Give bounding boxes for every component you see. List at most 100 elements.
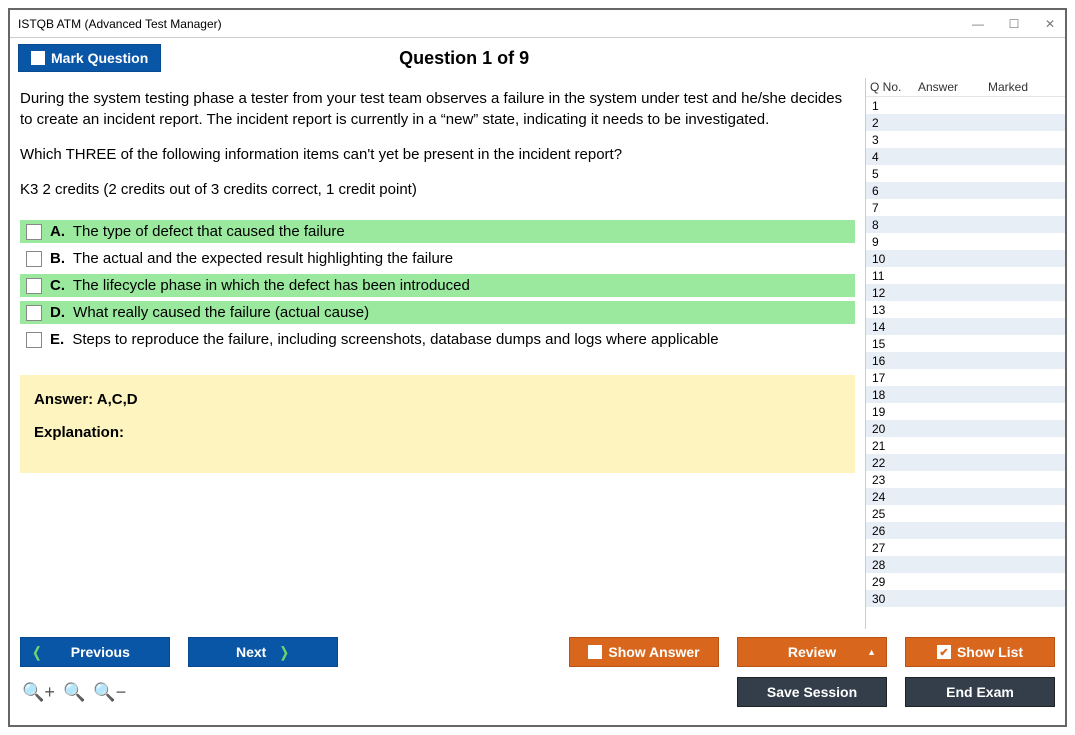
sidebar-row[interactable]: 5 xyxy=(866,165,1065,182)
col-marked: Marked xyxy=(978,80,1038,94)
row-number: 2 xyxy=(872,116,914,130)
question-p1: During the system testing phase a tester… xyxy=(20,88,855,130)
row-number: 23 xyxy=(872,473,914,487)
save-session-button[interactable]: Save Session xyxy=(737,677,887,707)
row-number: 22 xyxy=(872,456,914,470)
answer-line: Answer: A,C,D xyxy=(34,391,841,408)
row-number: 8 xyxy=(872,218,914,232)
sidebar-row[interactable]: 8 xyxy=(866,216,1065,233)
col-qno: Q No. xyxy=(870,80,918,94)
option-checkbox[interactable] xyxy=(26,305,42,321)
sidebar-row[interactable]: 27 xyxy=(866,539,1065,556)
options-list: A. The type of defect that caused the fa… xyxy=(20,220,855,351)
row-number: 20 xyxy=(872,422,914,436)
question-counter: Question 1 of 9 xyxy=(171,48,1057,69)
option-c[interactable]: C. The lifecycle phase in which the defe… xyxy=(20,274,855,297)
row-number: 29 xyxy=(872,575,914,589)
sidebar-row[interactable]: 6 xyxy=(866,182,1065,199)
sidebar-row[interactable]: 22 xyxy=(866,454,1065,471)
sidebar-row[interactable]: 4 xyxy=(866,148,1065,165)
previous-button[interactable]: ❬ Previous xyxy=(20,637,170,667)
sidebar-row[interactable]: 3 xyxy=(866,131,1065,148)
end-exam-button[interactable]: End Exam xyxy=(905,677,1055,707)
option-b[interactable]: B. The actual and the expected result hi… xyxy=(20,247,855,270)
footer-row-2: 🔍+ 🔍 🔍− Save Session End Exam xyxy=(20,677,1055,707)
sidebar-row[interactable]: 11 xyxy=(866,267,1065,284)
footer: ❬ Previous Next ❭ Show Answer Review ▲ ✔… xyxy=(10,629,1065,725)
sidebar-row[interactable]: 1 xyxy=(866,97,1065,114)
next-label: Next xyxy=(236,644,266,660)
caret-up-icon: ▲ xyxy=(867,647,876,657)
show-answer-label: Show Answer xyxy=(608,644,699,660)
row-number: 15 xyxy=(872,337,914,351)
row-number: 5 xyxy=(872,167,914,181)
question-pane: During the system testing phase a tester… xyxy=(10,78,865,629)
content-area: During the system testing phase a tester… xyxy=(10,78,1065,629)
show-list-button[interactable]: ✔ Show List xyxy=(905,637,1055,667)
window-controls: — ☐ ✕ xyxy=(971,17,1057,31)
sidebar-rows[interactable]: 1234567891011121314151617181920212223242… xyxy=(866,97,1065,629)
sidebar-row[interactable]: 26 xyxy=(866,522,1065,539)
sidebar-row[interactable]: 12 xyxy=(866,284,1065,301)
sidebar-row[interactable]: 16 xyxy=(866,352,1065,369)
next-button[interactable]: Next ❭ xyxy=(188,637,338,667)
option-a[interactable]: A. The type of defect that caused the fa… xyxy=(20,220,855,243)
review-label: Review xyxy=(788,644,836,660)
sidebar-row[interactable]: 21 xyxy=(866,437,1065,454)
titlebar: ISTQB ATM (Advanced Test Manager) — ☐ ✕ xyxy=(10,10,1065,38)
minimize-icon[interactable]: — xyxy=(971,17,985,31)
zoom-reset-icon[interactable]: 🔍+ xyxy=(22,682,55,703)
sidebar-row[interactable]: 2 xyxy=(866,114,1065,131)
option-checkbox[interactable] xyxy=(26,278,42,294)
row-number: 11 xyxy=(872,269,914,283)
sidebar-row[interactable]: 17 xyxy=(866,369,1065,386)
option-checkbox[interactable] xyxy=(26,332,42,348)
row-number: 14 xyxy=(872,320,914,334)
row-number: 9 xyxy=(872,235,914,249)
sidebar-row[interactable]: 25 xyxy=(866,505,1065,522)
option-checkbox[interactable] xyxy=(26,224,42,240)
option-checkbox[interactable] xyxy=(26,251,42,267)
option-d[interactable]: D. What really caused the failure (actua… xyxy=(20,301,855,324)
row-number: 27 xyxy=(872,541,914,555)
option-text: D. What really caused the failure (actua… xyxy=(50,304,369,321)
answer-panel: Answer: A,C,D Explanation: xyxy=(20,375,855,473)
sidebar-row[interactable]: 28 xyxy=(866,556,1065,573)
zoom-in-icon[interactable]: 🔍 xyxy=(63,682,85,703)
mark-question-label: Mark Question xyxy=(51,50,148,66)
sidebar-row[interactable]: 9 xyxy=(866,233,1065,250)
row-number: 24 xyxy=(872,490,914,504)
row-number: 28 xyxy=(872,558,914,572)
sidebar-row[interactable]: 18 xyxy=(866,386,1065,403)
sidebar-row[interactable]: 24 xyxy=(866,488,1065,505)
sidebar-row[interactable]: 30 xyxy=(866,590,1065,607)
row-number: 1 xyxy=(872,99,914,113)
maximize-icon[interactable]: ☐ xyxy=(1007,17,1021,31)
review-button[interactable]: Review ▲ xyxy=(737,637,887,667)
sidebar-row[interactable]: 20 xyxy=(866,420,1065,437)
sidebar-row[interactable]: 15 xyxy=(866,335,1065,352)
sidebar-row[interactable]: 19 xyxy=(866,403,1065,420)
window-title: ISTQB ATM (Advanced Test Manager) xyxy=(18,17,971,31)
row-number: 21 xyxy=(872,439,914,453)
row-number: 26 xyxy=(872,524,914,538)
sidebar-row[interactable]: 23 xyxy=(866,471,1065,488)
sidebar-row[interactable]: 7 xyxy=(866,199,1065,216)
row-number: 4 xyxy=(872,150,914,164)
sidebar-row[interactable]: 13 xyxy=(866,301,1065,318)
sidebar-row[interactable]: 14 xyxy=(866,318,1065,335)
zoom-out-icon[interactable]: 🔍− xyxy=(93,682,126,703)
sidebar-row[interactable]: 29 xyxy=(866,573,1065,590)
sidebar-row[interactable]: 10 xyxy=(866,250,1065,267)
footer-row-1: ❬ Previous Next ❭ Show Answer Review ▲ ✔… xyxy=(20,637,1055,667)
row-number: 17 xyxy=(872,371,914,385)
close-icon[interactable]: ✕ xyxy=(1043,17,1057,31)
row-number: 13 xyxy=(872,303,914,317)
option-e[interactable]: E. Steps to reproduce the failure, inclu… xyxy=(20,328,855,351)
mark-question-button[interactable]: Mark Question xyxy=(18,44,161,72)
show-answer-button[interactable]: Show Answer xyxy=(569,637,719,667)
question-text: During the system testing phase a tester… xyxy=(20,88,855,200)
app-window: ISTQB ATM (Advanced Test Manager) — ☐ ✕ … xyxy=(8,8,1067,727)
row-number: 10 xyxy=(872,252,914,266)
checkbox-checked-icon: ✔ xyxy=(937,645,951,659)
